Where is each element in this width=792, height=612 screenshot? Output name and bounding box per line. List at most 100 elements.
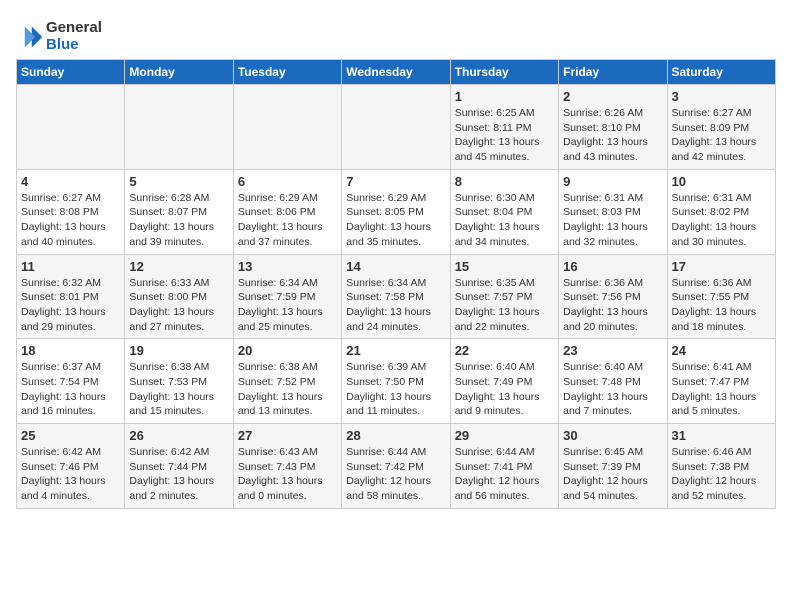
- calendar-cell: 4 Sunrise: 6:27 AM Sunset: 8:08 PM Daylig…: [17, 169, 125, 254]
- day-info: Sunrise: 6:44 AM Sunset: 7:41 PM Dayligh…: [455, 445, 554, 504]
- day-number: 28: [346, 428, 445, 443]
- calendar-table: SundayMondayTuesdayWednesdayThursdayFrid…: [16, 59, 776, 509]
- calendar-week-row: 18 Sunrise: 6:37 AM Sunset: 7:54 PM Dayli…: [17, 339, 776, 424]
- calendar-cell: 16 Sunrise: 6:36 AM Sunset: 7:56 PM Dayli…: [559, 254, 667, 339]
- calendar-day-header: Friday: [559, 60, 667, 85]
- calendar-cell: 1 Sunrise: 6:25 AM Sunset: 8:11 PM Daylig…: [450, 85, 558, 170]
- day-number: 8: [455, 174, 554, 189]
- day-number: 22: [455, 343, 554, 358]
- day-number: 24: [672, 343, 771, 358]
- calendar-cell: 21 Sunrise: 6:39 AM Sunset: 7:50 PM Dayli…: [342, 339, 450, 424]
- day-number: 15: [455, 259, 554, 274]
- calendar-day-header: Tuesday: [233, 60, 341, 85]
- day-info: Sunrise: 6:45 AM Sunset: 7:39 PM Dayligh…: [563, 445, 662, 504]
- day-info: Sunrise: 6:38 AM Sunset: 7:52 PM Dayligh…: [238, 360, 337, 419]
- calendar-cell: [342, 85, 450, 170]
- calendar-cell: 2 Sunrise: 6:26 AM Sunset: 8:10 PM Daylig…: [559, 85, 667, 170]
- day-number: 2: [563, 89, 662, 104]
- day-number: 29: [455, 428, 554, 443]
- calendar-cell: 12 Sunrise: 6:33 AM Sunset: 8:00 PM Dayli…: [125, 254, 233, 339]
- calendar-header-row: SundayMondayTuesdayWednesdayThursdayFrid…: [17, 60, 776, 85]
- day-info: Sunrise: 6:30 AM Sunset: 8:04 PM Dayligh…: [455, 191, 554, 250]
- calendar-week-row: 1 Sunrise: 6:25 AM Sunset: 8:11 PM Daylig…: [17, 85, 776, 170]
- day-info: Sunrise: 6:40 AM Sunset: 7:48 PM Dayligh…: [563, 360, 662, 419]
- calendar-week-row: 11 Sunrise: 6:32 AM Sunset: 8:01 PM Dayli…: [17, 254, 776, 339]
- day-info: Sunrise: 6:32 AM Sunset: 8:01 PM Dayligh…: [21, 276, 120, 335]
- day-info: Sunrise: 6:29 AM Sunset: 8:06 PM Dayligh…: [238, 191, 337, 250]
- day-number: 5: [129, 174, 228, 189]
- calendar-cell: 30 Sunrise: 6:45 AM Sunset: 7:39 PM Dayli…: [559, 424, 667, 509]
- day-number: 31: [672, 428, 771, 443]
- day-info: Sunrise: 6:29 AM Sunset: 8:05 PM Dayligh…: [346, 191, 445, 250]
- day-number: 20: [238, 343, 337, 358]
- day-number: 4: [21, 174, 120, 189]
- calendar-day-header: Thursday: [450, 60, 558, 85]
- day-info: Sunrise: 6:27 AM Sunset: 8:08 PM Dayligh…: [21, 191, 120, 250]
- day-info: Sunrise: 6:34 AM Sunset: 7:59 PM Dayligh…: [238, 276, 337, 335]
- logo-text: General Blue: [46, 20, 102, 53]
- day-info: Sunrise: 6:34 AM Sunset: 7:58 PM Dayligh…: [346, 276, 445, 335]
- calendar-cell: [17, 85, 125, 170]
- calendar-cell: 9Sunrise: 6:31 AM Sunset: 8:03 PM Daylig…: [559, 169, 667, 254]
- calendar-cell: 14Sunrise: 6:34 AM Sunset: 7:58 PM Dayli…: [342, 254, 450, 339]
- calendar-cell: 25 Sunrise: 6:42 AM Sunset: 7:46 PM Dayli…: [17, 424, 125, 509]
- calendar-cell: 31Sunrise: 6:46 AM Sunset: 7:38 PM Dayli…: [667, 424, 775, 509]
- day-number: 12: [129, 259, 228, 274]
- day-info: Sunrise: 6:40 AM Sunset: 7:49 PM Dayligh…: [455, 360, 554, 419]
- day-number: 18: [21, 343, 120, 358]
- day-info: Sunrise: 6:37 AM Sunset: 7:54 PM Dayligh…: [21, 360, 120, 419]
- day-info: Sunrise: 6:42 AM Sunset: 7:46 PM Dayligh…: [21, 445, 120, 504]
- calendar-day-header: Monday: [125, 60, 233, 85]
- day-info: Sunrise: 6:33 AM Sunset: 8:00 PM Dayligh…: [129, 276, 228, 335]
- calendar-cell: [233, 85, 341, 170]
- day-number: 1: [455, 89, 554, 104]
- page-header: General Blue: [16, 16, 776, 53]
- calendar-cell: 28Sunrise: 6:44 AM Sunset: 7:42 PM Dayli…: [342, 424, 450, 509]
- day-info: Sunrise: 6:27 AM Sunset: 8:09 PM Dayligh…: [672, 106, 771, 165]
- day-info: Sunrise: 6:28 AM Sunset: 8:07 PM Dayligh…: [129, 191, 228, 250]
- calendar-cell: 29 Sunrise: 6:44 AM Sunset: 7:41 PM Dayli…: [450, 424, 558, 509]
- calendar-cell: 20 Sunrise: 6:38 AM Sunset: 7:52 PM Dayli…: [233, 339, 341, 424]
- calendar-cell: 7 Sunrise: 6:29 AM Sunset: 8:05 PM Daylig…: [342, 169, 450, 254]
- day-info: Sunrise: 6:38 AM Sunset: 7:53 PM Dayligh…: [129, 360, 228, 419]
- day-number: 19: [129, 343, 228, 358]
- day-number: 30: [563, 428, 662, 443]
- day-info: Sunrise: 6:35 AM Sunset: 7:57 PM Dayligh…: [455, 276, 554, 335]
- calendar-cell: 5 Sunrise: 6:28 AM Sunset: 8:07 PM Daylig…: [125, 169, 233, 254]
- day-info: Sunrise: 6:31 AM Sunset: 8:03 PM Dayligh…: [563, 191, 662, 250]
- day-info: Sunrise: 6:26 AM Sunset: 8:10 PM Dayligh…: [563, 106, 662, 165]
- day-info: Sunrise: 6:36 AM Sunset: 7:56 PM Dayligh…: [563, 276, 662, 335]
- calendar-cell: 26Sunrise: 6:42 AM Sunset: 7:44 PM Dayli…: [125, 424, 233, 509]
- day-number: 17: [672, 259, 771, 274]
- calendar-cell: 8 Sunrise: 6:30 AM Sunset: 8:04 PM Daylig…: [450, 169, 558, 254]
- calendar-cell: 17 Sunrise: 6:36 AM Sunset: 7:55 PM Dayli…: [667, 254, 775, 339]
- calendar-cell: 24 Sunrise: 6:41 AM Sunset: 7:47 PM Dayli…: [667, 339, 775, 424]
- day-info: Sunrise: 6:25 AM Sunset: 8:11 PM Dayligh…: [455, 106, 554, 165]
- day-info: Sunrise: 6:31 AM Sunset: 8:02 PM Dayligh…: [672, 191, 771, 250]
- calendar-cell: 18 Sunrise: 6:37 AM Sunset: 7:54 PM Dayli…: [17, 339, 125, 424]
- calendar-cell: [125, 85, 233, 170]
- day-number: 21: [346, 343, 445, 358]
- logo: General Blue: [16, 20, 102, 53]
- day-number: 7: [346, 174, 445, 189]
- calendar-cell: 11 Sunrise: 6:32 AM Sunset: 8:01 PM Dayli…: [17, 254, 125, 339]
- day-number: 3: [672, 89, 771, 104]
- day-number: 11: [21, 259, 120, 274]
- day-info: Sunrise: 6:41 AM Sunset: 7:47 PM Dayligh…: [672, 360, 771, 419]
- calendar-week-row: 25 Sunrise: 6:42 AM Sunset: 7:46 PM Dayli…: [17, 424, 776, 509]
- calendar-cell: 10 Sunrise: 6:31 AM Sunset: 8:02 PM Dayli…: [667, 169, 775, 254]
- day-info: Sunrise: 6:39 AM Sunset: 7:50 PM Dayligh…: [346, 360, 445, 419]
- day-number: 25: [21, 428, 120, 443]
- day-info: Sunrise: 6:43 AM Sunset: 7:43 PM Dayligh…: [238, 445, 337, 504]
- calendar-day-header: Wednesday: [342, 60, 450, 85]
- day-number: 10: [672, 174, 771, 189]
- day-number: 23: [563, 343, 662, 358]
- day-number: 16: [563, 259, 662, 274]
- calendar-day-header: Sunday: [17, 60, 125, 85]
- calendar-cell: 15 Sunrise: 6:35 AM Sunset: 7:57 PM Dayli…: [450, 254, 558, 339]
- day-info: Sunrise: 6:36 AM Sunset: 7:55 PM Dayligh…: [672, 276, 771, 335]
- day-info: Sunrise: 6:42 AM Sunset: 7:44 PM Dayligh…: [129, 445, 228, 504]
- day-number: 13: [238, 259, 337, 274]
- day-number: 27: [238, 428, 337, 443]
- calendar-cell: 23 Sunrise: 6:40 AM Sunset: 7:48 PM Dayli…: [559, 339, 667, 424]
